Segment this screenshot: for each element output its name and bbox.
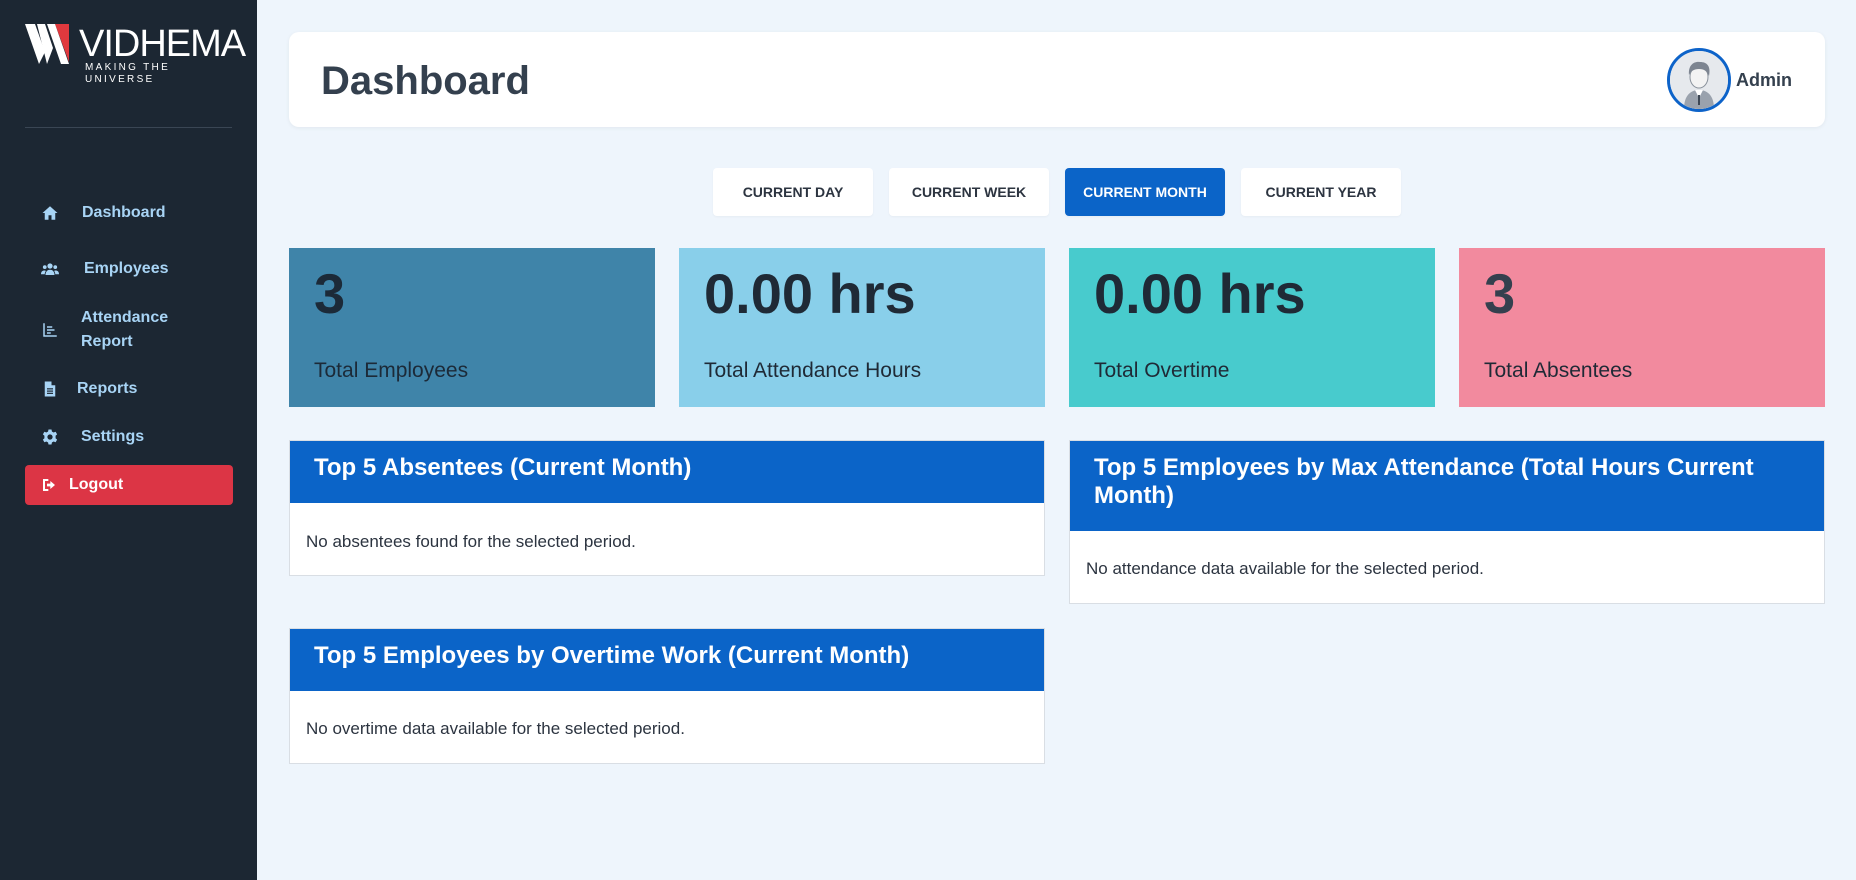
sidebar-item-employees[interactable]: Employees (25, 256, 233, 282)
stat-card-total-employees: 3 Total Employees (289, 248, 655, 407)
panel-title: Top 5 Employees by Max Attendance (Total… (1070, 441, 1824, 531)
current-month-button[interactable]: CURRENT MONTH (1065, 168, 1225, 216)
logout-label: Logout (69, 476, 124, 493)
avatar[interactable] (1667, 48, 1731, 112)
sidebar-item-label: Employees (84, 260, 169, 277)
sidebar-item-attendance-report[interactable]: Attendance Report (25, 306, 233, 354)
sidebar-item-label: Attendance Report (81, 309, 169, 350)
panel-empty-message: No attendance data available for the sel… (1086, 559, 1484, 578)
gear-icon (38, 425, 62, 449)
page-header: Dashboard Admin (289, 32, 1825, 127)
sidebar-item-label: Dashboard (82, 204, 166, 221)
user-avatar-icon (1670, 51, 1728, 109)
stat-value: 3 (314, 262, 346, 325)
stat-value: 0.00 hrs (704, 262, 916, 325)
stat-value: 0.00 hrs (1094, 262, 1306, 325)
brand-name: VIDHEMA (79, 23, 246, 65)
sidebar-item-settings[interactable]: Settings (25, 424, 233, 450)
panel-title: Top 5 Employees by Overtime Work (Curren… (290, 629, 1044, 691)
stat-label: Total Absentees (1484, 359, 1633, 382)
sidebar-item-reports[interactable]: Reports (25, 376, 233, 402)
sidebar-item-dashboard[interactable]: Dashboard (25, 200, 233, 226)
stat-card-total-overtime: 0.00 hrs Total Overtime (1069, 248, 1435, 407)
current-week-button[interactable]: CURRENT WEEK (889, 168, 1049, 216)
brand-logo[interactable]: VIDHEMA MAKING THE UNIVERSE (25, 22, 246, 85)
users-icon (38, 257, 62, 281)
vidhema-logo-icon (25, 24, 69, 64)
sidebar-divider (25, 127, 232, 128)
stat-value: 3 (1484, 262, 1516, 325)
top-max-attendance-panel: Top 5 Employees by Max Attendance (Total… (1069, 440, 1825, 604)
sidebar-item-label: Reports (77, 380, 138, 397)
logout-button[interactable]: Logout (25, 465, 233, 505)
top-absentees-panel: Top 5 Absentees (Current Month) No absen… (289, 440, 1045, 576)
panel-empty-message: No absentees found for the selected peri… (306, 532, 636, 551)
chart-icon (38, 318, 62, 342)
current-year-button[interactable]: CURRENT YEAR (1241, 168, 1401, 216)
user-name[interactable]: Admin (1736, 69, 1792, 91)
sidebar-item-label: Settings (81, 428, 145, 445)
sign-out-icon (39, 475, 59, 495)
stat-card-total-attendance-hours: 0.00 hrs Total Attendance Hours (679, 248, 1045, 407)
page-title: Dashboard (321, 59, 530, 103)
stat-label: Total Overtime (1094, 359, 1230, 382)
current-day-button[interactable]: CURRENT DAY (713, 168, 873, 216)
stat-card-total-absentees: 3 Total Absentees (1459, 248, 1825, 407)
stat-label: Total Employees (314, 359, 469, 382)
home-icon (38, 201, 62, 225)
document-icon (38, 377, 62, 401)
sidebar: VIDHEMA MAKING THE UNIVERSE Dashboard Em… (0, 0, 257, 880)
top-overtime-panel: Top 5 Employees by Overtime Work (Curren… (289, 628, 1045, 764)
stat-label: Total Attendance Hours (704, 359, 922, 382)
panel-empty-message: No overtime data available for the selec… (306, 719, 685, 738)
panel-title: Top 5 Absentees (Current Month) (290, 441, 1044, 503)
brand-tagline: MAKING THE UNIVERSE (85, 62, 171, 85)
